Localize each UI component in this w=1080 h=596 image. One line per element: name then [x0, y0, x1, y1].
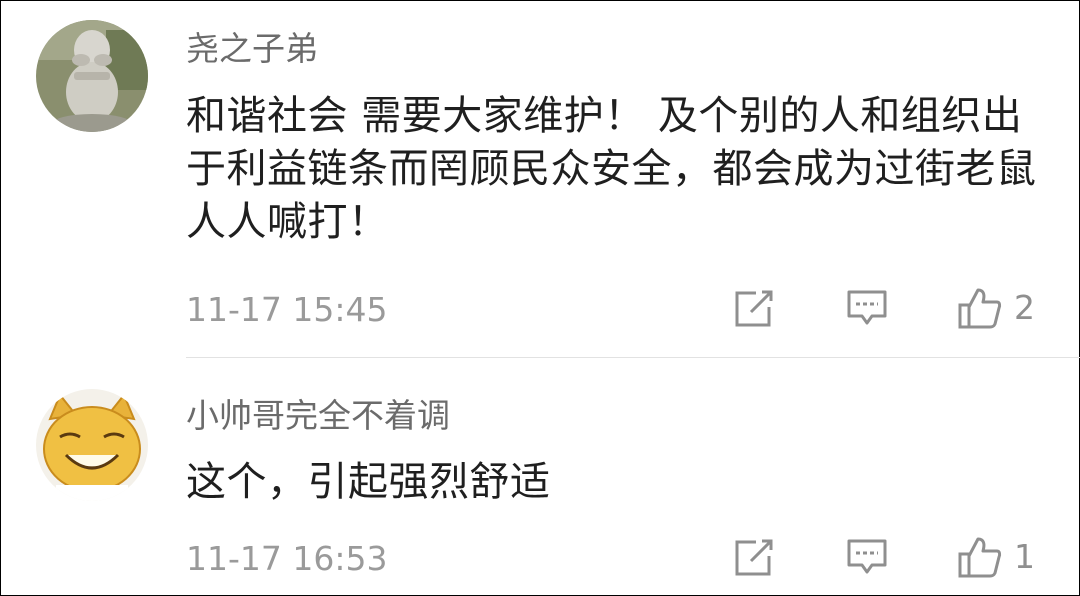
reply-icon	[847, 539, 887, 574]
username[interactable]: 尧之子弟	[186, 27, 318, 71]
stone-monk-statue-avatar	[36, 20, 148, 132]
timestamp: 11-17 16:53	[186, 539, 388, 578]
comment-divider	[186, 357, 1080, 358]
reply-icon	[847, 290, 887, 325]
comment-text: 这个，引起强烈舒适	[186, 459, 551, 505]
like-count: 1	[1014, 537, 1035, 576]
share-icon	[735, 290, 773, 327]
share-button[interactable]	[734, 539, 774, 577]
like-count: 2	[1014, 288, 1035, 327]
username[interactable]: 小帅哥完全不着调	[186, 394, 450, 438]
like-button[interactable]: 2	[958, 287, 1035, 329]
comment-text: 和谐社会 需要大家维护！ 及个别的人和组织出于利益链条而罔顾民众安全，都会成为过…	[186, 93, 1037, 245]
share-button[interactable]	[734, 290, 774, 328]
thumbs-up-icon	[958, 288, 1002, 329]
thumbs-up-icon	[958, 537, 1002, 578]
reply-button[interactable]	[846, 289, 888, 327]
yellow-cat-face-avatar	[36, 389, 148, 501]
user-avatar[interactable]	[36, 389, 148, 501]
share-icon	[735, 539, 773, 576]
user-avatar[interactable]	[36, 20, 148, 132]
reply-button[interactable]	[846, 538, 888, 576]
like-button[interactable]: 1	[958, 536, 1035, 578]
timestamp: 11-17 15:45	[186, 290, 388, 329]
